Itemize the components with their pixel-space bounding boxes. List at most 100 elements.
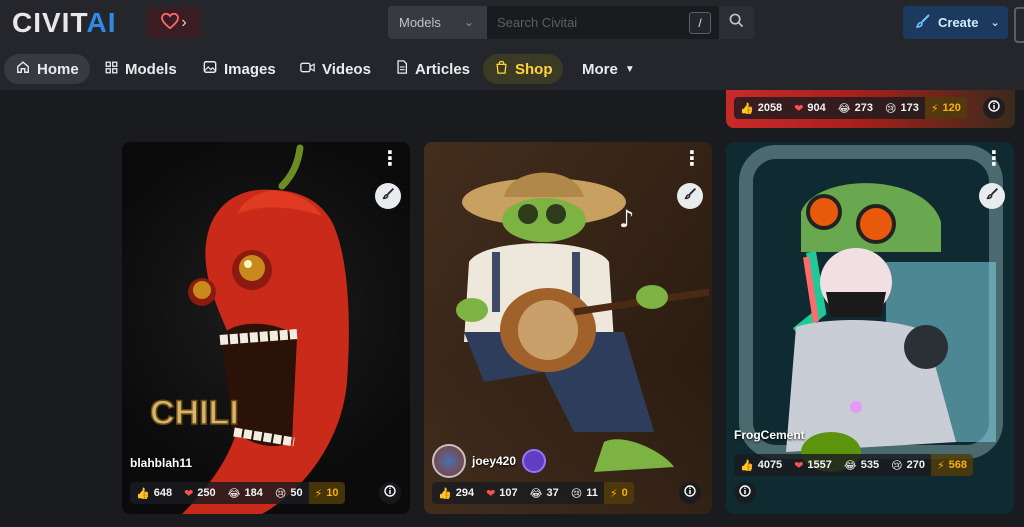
- cry-reaction[interactable]: 😢 50: [268, 482, 309, 504]
- create-button[interactable]: Create ⌄: [903, 6, 1008, 39]
- laugh-reaction[interactable]: 😂 273: [831, 97, 879, 119]
- image-feed: 👍 2058 ❤ 904 😂 273 😢 173 ⚡ 120 CHILI ⋮ blahbl…: [0, 90, 1024, 527]
- remix-button[interactable]: [677, 183, 703, 209]
- support-heart-button[interactable]: ›: [147, 7, 201, 38]
- remix-button[interactable]: [375, 183, 401, 209]
- buzz-tip[interactable]: ⚡ 568: [930, 454, 974, 476]
- cry-reaction[interactable]: 😢 270: [885, 454, 931, 476]
- heart-icon: [161, 12, 180, 32]
- username[interactable]: joey420: [472, 454, 516, 468]
- brush-icon: [915, 13, 931, 32]
- heart-icon: ❤: [794, 102, 804, 115]
- laugh-icon: 😂: [837, 102, 851, 115]
- cry-icon: 😢: [884, 102, 897, 115]
- info-button[interactable]: [983, 97, 1005, 119]
- heart-reaction[interactable]: ❤ 107: [480, 482, 524, 504]
- nav-item-more[interactable]: More ▼: [570, 54, 647, 84]
- search-bar: Models ⌄ Search Civitai /: [388, 6, 754, 39]
- nav-item-home[interactable]: Home: [4, 54, 90, 84]
- info-icon: [739, 484, 751, 502]
- chevron-right-icon: ›: [181, 13, 187, 31]
- more-options-icon[interactable]: ⋮: [984, 149, 1004, 169]
- reaction-stats: 👍 648 ❤ 250 😂 184 😢 50 ⚡ 10: [130, 482, 345, 504]
- info-icon: [988, 99, 1000, 117]
- reaction-stats: 👍 4075 ❤ 1557 😂 535 😢 270 ⚡ 568: [734, 454, 974, 476]
- info-button[interactable]: [679, 482, 701, 504]
- laugh-reaction[interactable]: 😂 184: [221, 482, 269, 504]
- search-icon: [729, 13, 744, 33]
- username[interactable]: blahblah11: [130, 456, 192, 470]
- caret-down-icon: ▼: [624, 63, 635, 75]
- civitai-logo[interactable]: CIVITAI: [12, 8, 116, 38]
- partial-image-card[interactable]: 👍 2058 ❤ 904 😂 273 😢 173 ⚡ 120: [726, 90, 1015, 128]
- buzz-tip[interactable]: ⚡ 120: [924, 97, 967, 119]
- laugh-reaction[interactable]: 😂 535: [837, 454, 886, 476]
- grid-icon: [105, 61, 118, 78]
- top-header: CIVITAI › Models ⌄ Search Civitai / Crea…: [0, 0, 1024, 46]
- image-icon: [203, 60, 217, 78]
- remix-button[interactable]: [979, 183, 1005, 209]
- image-card[interactable]: ♪ ⋮ joey420 👍 294 ❤ 107 😂 37 😢 11 ⚡ 0: [424, 142, 712, 514]
- nav-item-images[interactable]: Images: [191, 54, 288, 84]
- buzz-tip[interactable]: ⚡ 10: [308, 482, 345, 504]
- avatar[interactable]: [432, 444, 466, 478]
- search-button[interactable]: [719, 6, 754, 39]
- nav-item-models[interactable]: Models: [93, 54, 189, 84]
- svg-text:♪: ♪: [619, 205, 634, 233]
- chevron-down-icon: ⌄: [463, 15, 474, 29]
- search-category-select[interactable]: Models ⌄: [388, 6, 487, 39]
- brush-icon: [985, 187, 999, 205]
- more-options-icon[interactable]: ⋮: [682, 149, 702, 169]
- like-reaction[interactable]: 👍 2058: [734, 97, 789, 119]
- reaction-stats: 👍 2058 ❤ 904 😂 273 😢 173 ⚡ 120: [734, 97, 967, 119]
- chili-text: CHILI: [150, 394, 239, 432]
- info-button[interactable]: [734, 482, 756, 504]
- info-icon: [684, 484, 696, 502]
- image-card[interactable]: CHILI ⋮ blahblah11 👍 648 ❤ 250 😂 184 😢 50 ⚡ 1…: [122, 142, 410, 514]
- lightning-icon: ⚡: [609, 487, 618, 500]
- brush-icon: [683, 187, 697, 205]
- cry-reaction[interactable]: 😢 11: [564, 482, 604, 504]
- info-icon: [384, 484, 396, 502]
- heart-reaction[interactable]: ❤ 904: [788, 97, 832, 119]
- username[interactable]: FrogCement: [734, 428, 805, 442]
- info-button[interactable]: [379, 482, 401, 504]
- search-input[interactable]: Search Civitai /: [487, 6, 719, 39]
- video-icon: [300, 61, 315, 78]
- home-icon: [16, 60, 30, 78]
- user-info[interactable]: joey420: [432, 444, 547, 478]
- nav-item-articles[interactable]: Articles: [384, 54, 482, 84]
- laugh-icon: 😂: [843, 459, 857, 472]
- heart-reaction[interactable]: ❤ 1557: [788, 454, 838, 476]
- laugh-icon: 😂: [529, 487, 543, 500]
- lightning-icon: ⚡: [930, 102, 939, 115]
- reaction-stats: 👍 294 ❤ 107 😂 37 😢 11 ⚡ 0: [432, 482, 634, 504]
- thumbs-up-icon: 👍: [740, 459, 754, 472]
- shopping-bag-icon: [495, 60, 508, 78]
- nav-item-shop[interactable]: Shop: [483, 54, 563, 84]
- cry-icon: 😢: [891, 459, 903, 472]
- lightning-icon: ⚡: [314, 487, 323, 500]
- image-card[interactable]: ⋮ FrogCement 👍 4075 ❤ 1557 😂 535 😢 270 ⚡ 568: [726, 142, 1014, 514]
- laugh-icon: 😂: [227, 487, 241, 500]
- badge-icon: [522, 449, 547, 473]
- brush-icon: [381, 187, 395, 205]
- like-reaction[interactable]: 👍 294: [432, 482, 481, 504]
- article-icon: [396, 60, 408, 78]
- heart-reaction[interactable]: ❤ 250: [178, 482, 222, 504]
- lightning-icon: ⚡: [936, 459, 945, 472]
- heart-icon: ❤: [794, 459, 804, 472]
- laugh-reaction[interactable]: 😂 37: [523, 482, 565, 504]
- more-options-icon[interactable]: ⋮: [380, 149, 400, 169]
- user-menu-button[interactable]: [1014, 7, 1024, 43]
- like-reaction[interactable]: 👍 4075: [734, 454, 789, 476]
- main-nav: Home Models Images Videos Articles Shop …: [0, 46, 1024, 90]
- thumbs-up-icon: 👍: [136, 487, 150, 500]
- like-reaction[interactable]: 👍 648: [130, 482, 179, 504]
- thumbs-up-icon: 👍: [740, 102, 754, 115]
- cry-reaction[interactable]: 😢 173: [878, 97, 925, 119]
- cry-icon: 😢: [274, 487, 287, 500]
- nav-item-videos[interactable]: Videos: [288, 54, 383, 84]
- buzz-tip[interactable]: ⚡ 0: [603, 482, 634, 504]
- keyboard-shortcut-hint: /: [689, 12, 711, 34]
